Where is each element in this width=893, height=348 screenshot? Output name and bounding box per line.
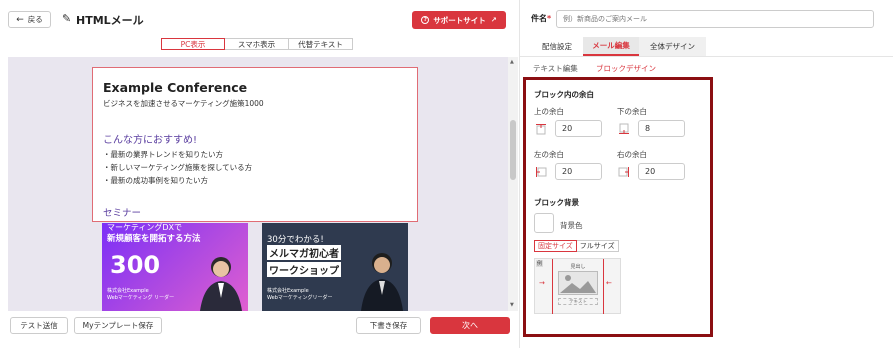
- save-template-button[interactable]: Myテンプレート保存: [74, 317, 162, 334]
- right-padding-input[interactable]: 20: [638, 163, 685, 180]
- editor-pane: ← 戻る ✎ HTMLメール ? サポートサイト ↗ PC表示 スマホ表示 代替…: [0, 0, 520, 348]
- tab-mail-edit[interactable]: メール編集: [583, 37, 639, 56]
- full-size-option[interactable]: フルサイズ: [576, 240, 619, 252]
- back-button[interactable]: ← 戻る: [8, 11, 51, 28]
- banner-text-line2: メルマガ初心者: [267, 245, 341, 260]
- speaker-photo: [361, 253, 403, 311]
- subtab-block-design[interactable]: ブロックデザイン: [596, 63, 656, 74]
- speaker-photo: [200, 257, 242, 311]
- view-tabs: PC表示 スマホ表示 代替テキスト: [161, 38, 353, 50]
- size-example-preview: 例 → ← 見出し テキスト: [534, 258, 621, 314]
- banner-company: 株式会社Example: [267, 288, 309, 294]
- selected-block[interactable]: Example Conference ビジネスを加速させるマーケティング施策10…: [92, 67, 418, 222]
- top-padding-label: 上の余白: [534, 107, 564, 116]
- left-padding-label: 左の余白: [534, 150, 564, 159]
- banner-dept: Webマーケティングリーダー: [267, 295, 333, 301]
- preview-subheading: ビジネスを加速させるマーケティング施策1000: [103, 99, 264, 108]
- subject-input[interactable]: [556, 10, 874, 28]
- size-toggle: 固定サイズ フルサイズ: [534, 240, 619, 252]
- bottom-padding-input[interactable]: 8: [638, 120, 685, 137]
- bullet-list: ・最新の業界トレンドを知りたい方 ・新しいマーケティング施策を探している方 ・最…: [103, 148, 252, 187]
- subtab-text-edit[interactable]: テキスト編集: [533, 63, 578, 74]
- example-tag: 例: [536, 260, 544, 267]
- section-title: こんな方におすすめ!: [103, 135, 198, 146]
- banner-big-number: 300: [110, 251, 161, 279]
- scrollbar-thumb[interactable]: [510, 120, 516, 180]
- pane-divider: [519, 0, 520, 348]
- save-draft-button[interactable]: 下書き保存: [356, 317, 421, 334]
- support-site-button[interactable]: ? サポートサイト ↗: [412, 11, 506, 29]
- top-padding-input[interactable]: 20: [555, 120, 602, 137]
- tab-alt-text[interactable]: 代替テキスト: [289, 38, 353, 50]
- example-heading: 見出し: [570, 264, 586, 270]
- arrow-left-icon: ←: [16, 14, 24, 25]
- tab-divider: [520, 56, 893, 57]
- external-link-icon: ↗: [490, 16, 497, 24]
- padding-right-icon: [617, 165, 631, 179]
- subject-label: 件名*: [531, 14, 552, 23]
- left-padding-input[interactable]: 20: [555, 163, 602, 180]
- banner-text-line1: マーケティングDXで: [107, 223, 182, 232]
- preview-scrollbar[interactable]: [508, 57, 518, 311]
- list-item: ・新しいマーケティング施策を探している方: [103, 163, 253, 172]
- banner-dept: Webマーケティング リーダー: [107, 295, 175, 301]
- seminar-title: セミナー: [103, 208, 142, 219]
- preview-heading: Example Conference: [103, 80, 248, 95]
- left-bound-line: [552, 259, 553, 314]
- test-send-button[interactable]: テスト送信: [10, 317, 68, 334]
- banner-text-line3: ワークショップ: [267, 262, 341, 277]
- banner-marketing-dx[interactable]: マーケティングDXで 新規顧客を開拓する方法 300 株式会社Example W…: [102, 223, 248, 311]
- padding-title: ブロック内の余白: [534, 90, 594, 99]
- example-text: テキスト: [558, 298, 598, 305]
- scroll-down-icon[interactable]: ▼: [510, 302, 514, 308]
- bottom-padding-label: 下の余白: [617, 107, 647, 116]
- background-color-swatch[interactable]: [534, 213, 554, 233]
- padding-bottom-icon: [617, 122, 631, 136]
- arrow-left-icon: ←: [606, 279, 612, 287]
- padding-left-icon: [534, 165, 548, 179]
- question-icon: ?: [421, 16, 430, 24]
- background-title: ブロック背景: [534, 198, 579, 207]
- tab-pc-view[interactable]: PC表示: [161, 38, 225, 50]
- list-item: ・最新の成功事例を知りたい方: [103, 176, 208, 185]
- image-placeholder-icon: [558, 271, 598, 295]
- pencil-icon: ✎: [62, 12, 72, 25]
- banner-text-line1: 30分でわかる!: [267, 235, 324, 245]
- right-padding-label: 右の余白: [617, 150, 647, 159]
- next-button[interactable]: 次へ: [430, 317, 510, 334]
- tab-delivery-settings[interactable]: 配信設定: [531, 37, 583, 56]
- tab-overall-design[interactable]: 全体デザイン: [639, 37, 706, 56]
- banner-workshop[interactable]: 30分でわかる! メルマガ初心者 ワークショップ 株式会社Example Web…: [262, 223, 408, 311]
- right-bound-line: [603, 259, 604, 314]
- block-design-panel: ブロック内の余白 上の余白 20 下の余白 8 左の余白 20 右の余白 20 …: [523, 77, 713, 337]
- tab-smartphone-view[interactable]: スマホ表示: [225, 38, 289, 50]
- banner-text-line2: 新規顧客を開拓する方法: [107, 234, 201, 244]
- scroll-up-icon[interactable]: ▲: [510, 59, 514, 65]
- page-title: HTMLメール: [76, 14, 144, 27]
- editor-tabs: 配信設定 メール編集 全体デザイン: [531, 37, 706, 56]
- fixed-size-option[interactable]: 固定サイズ: [534, 240, 577, 252]
- banner-company: 株式会社Example: [107, 288, 149, 294]
- background-color-label: 背景色: [560, 221, 583, 230]
- list-item: ・最新の業界トレンドを知りたい方: [103, 150, 223, 159]
- arrow-right-icon: →: [539, 279, 545, 287]
- padding-top-icon: [534, 122, 548, 136]
